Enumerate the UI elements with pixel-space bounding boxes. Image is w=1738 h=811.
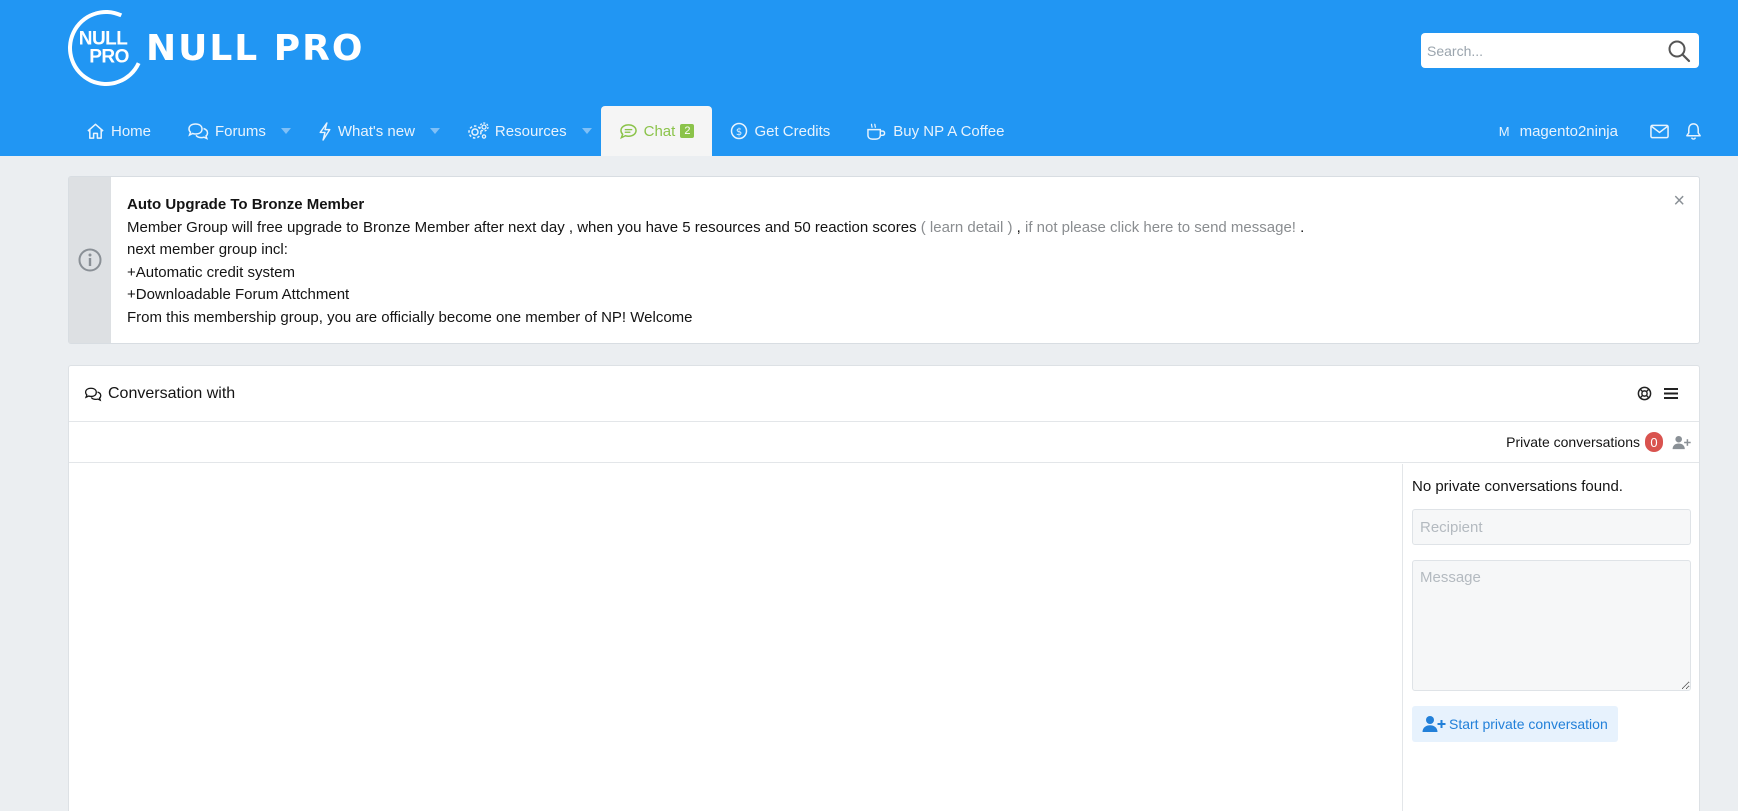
bolt-icon (319, 121, 331, 141)
notice-line-2: next member group incl: (127, 241, 288, 258)
empty-state-text: No private conversations found. (1412, 478, 1623, 495)
nav-get-credits[interactable]: $ Get Credits (712, 106, 848, 156)
notice-line-1-text: Member Group will free upgrade to Bronze… (127, 218, 921, 236)
nav-whats-new-label: What's new (337, 122, 415, 140)
notice-line-4: +Downloadable Forum Attchment (127, 286, 350, 303)
chat-icon (619, 123, 637, 139)
message-textarea[interactable] (1412, 560, 1691, 691)
nav-chat[interactable]: Chat 2 (600, 106, 713, 156)
private-conversations-label[interactable]: Private conversations (1506, 434, 1640, 450)
nav-whats-new[interactable]: What's new (300, 106, 421, 156)
add-user-icon (1422, 716, 1446, 732)
notice-sidebar (69, 177, 111, 343)
private-conversations-sidebar: No private conversations found. Start pr… (1402, 464, 1700, 811)
private-conversations-bar: Private conversations 0 (69, 422, 1699, 463)
forums-icon (188, 123, 209, 140)
nav-buy-coffee-label: Buy NP A Coffee (893, 122, 1005, 140)
user-nav: M magento2ninja (1499, 106, 1702, 156)
main-nav: Home Forums What's new Resources Chat 2 … (68, 106, 1023, 156)
nav-home[interactable]: Home (68, 106, 169, 156)
start-private-conversation-label: Start private conversation (1449, 716, 1608, 732)
whats-new-dropdown-toggle[interactable] (421, 106, 449, 156)
conversation-tools (1637, 386, 1684, 401)
forums-dropdown-toggle[interactable] (272, 106, 300, 156)
bell-icon[interactable] (1685, 122, 1702, 140)
nav-resources-label: Resources (494, 122, 567, 140)
avatar[interactable]: M (1499, 124, 1510, 139)
search-icon[interactable] (1663, 35, 1695, 67)
svg-text:$: $ (736, 127, 742, 138)
nav-forums[interactable]: Forums (169, 106, 272, 156)
logo-badge: NULL PRO (57, 0, 155, 97)
send-message-link[interactable]: if not please click here to send message… (1025, 219, 1296, 236)
chevron-down-icon (280, 128, 291, 134)
notice-line-1: Member Group will free upgrade to Bronze… (127, 217, 1683, 240)
recipient-input[interactable] (1412, 509, 1691, 545)
notice-close-button[interactable]: × (1673, 191, 1685, 211)
nav-chat-label: Chat (643, 122, 676, 140)
learn-detail-link[interactable]: ( learn detail ) (921, 219, 1013, 236)
logo-text: NULL PRO (146, 27, 365, 69)
chevron-down-icon (581, 128, 592, 134)
info-icon (78, 248, 102, 272)
notice-separator: , (1012, 218, 1025, 236)
home-icon (87, 123, 104, 139)
resources-dropdown-toggle[interactable] (573, 106, 601, 156)
support-icon[interactable] (1637, 386, 1658, 401)
conversation-header: Conversation with (69, 366, 1699, 422)
notice-line-1-end: . (1295, 218, 1305, 236)
add-user-icon[interactable] (1672, 435, 1691, 450)
notice-line-5: From this membership group, you are offi… (127, 308, 693, 326)
notice-title: Auto Upgrade To Bronze Member (127, 196, 365, 213)
logo-badge-line2: PRO (89, 46, 130, 68)
nav-get-credits-label: Get Credits (754, 122, 831, 140)
conversation-messages-area (69, 464, 1402, 811)
chat-count-badge: 2 (680, 124, 695, 138)
coffee-icon (867, 123, 886, 140)
search-box[interactable] (1421, 33, 1699, 68)
chevron-down-icon (429, 128, 440, 134)
upgrade-notice: Auto Upgrade To Bronze Member Member Gro… (68, 176, 1700, 344)
search-input[interactable] (1421, 33, 1663, 68)
start-private-conversation-button[interactable]: Start private conversation (1412, 706, 1618, 742)
conversation-panel: Conversation with Private conversations … (68, 365, 1700, 811)
menu-icon[interactable] (1664, 387, 1684, 400)
inbox-icon[interactable] (1650, 124, 1669, 139)
dollar-circle-icon: $ (731, 122, 748, 140)
cogs-icon (468, 121, 489, 139)
notice-line-3: +Automatic credit system (127, 263, 295, 281)
conversation-title: Conversation with (108, 384, 236, 402)
nav-home-label: Home (111, 122, 152, 140)
nav-resources[interactable]: Resources (449, 106, 573, 156)
nav-buy-coffee[interactable]: Buy NP A Coffee (848, 106, 1022, 156)
private-count-badge: 0 (1645, 432, 1663, 452)
site-logo[interactable]: NULL PRO NULL PRO (57, 0, 365, 97)
conversation-icon (84, 387, 102, 401)
username-link[interactable]: magento2ninja (1520, 123, 1618, 140)
notice-body: Auto Upgrade To Bronze Member Member Gro… (111, 177, 1699, 343)
nav-forums-label: Forums (215, 122, 266, 140)
